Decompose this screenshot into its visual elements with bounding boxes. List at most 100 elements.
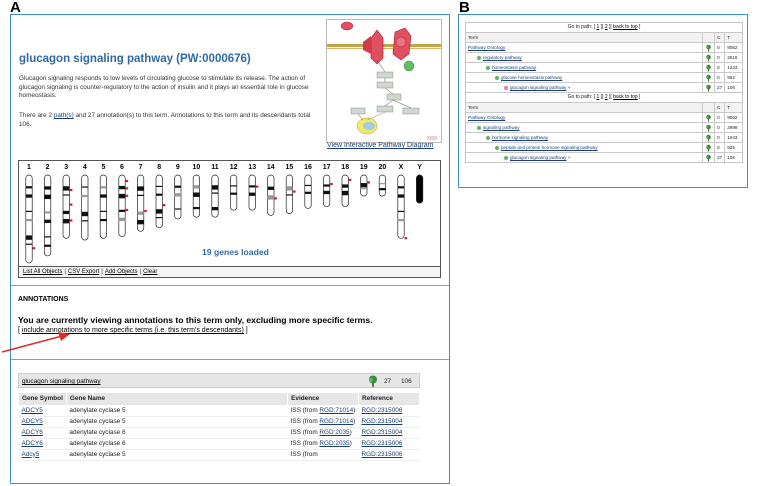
csv-export-link[interactable]: CSV Export: [68, 269, 99, 275]
tree-icon[interactable]: [705, 124, 712, 132]
reference-link[interactable]: RGD:2315004: [362, 418, 403, 425]
gene-marker[interactable]: [348, 178, 352, 182]
gene-symbol-link[interactable]: ADCY6: [22, 429, 43, 436]
evidence-rgd-link[interactable]: RGD:71014: [319, 407, 353, 414]
tree-icon[interactable]: [705, 154, 712, 162]
gene-symbol-link[interactable]: Adcy5: [22, 451, 40, 458]
chromosome-1[interactable]: 1: [25, 164, 36, 264]
gene-marker[interactable]: [69, 188, 73, 192]
chromosome-17[interactable]: 17: [323, 164, 333, 208]
tree-icon[interactable]: [705, 84, 712, 92]
gene-marker[interactable]: [69, 219, 73, 222]
chromosome-Y[interactable]: Y: [416, 164, 424, 204]
evidence-code: ISS (from: [290, 450, 318, 458]
clear-link[interactable]: Clear: [143, 269, 157, 275]
goto-path-2-link[interactable]: 2: [605, 94, 608, 100]
chromosome-20[interactable]: 20: [379, 164, 387, 197]
chromosome-12[interactable]: 12: [230, 164, 238, 211]
gene-symbol-link[interactable]: ADCY5: [22, 418, 43, 425]
evidence-rgd-link[interactable]: RGD:71014: [319, 418, 353, 425]
path-term-link[interactable]: signaling pathway: [483, 125, 520, 130]
path-term-link[interactable]: Pathway Ontology: [468, 115, 505, 120]
gene-marker[interactable]: [125, 194, 129, 197]
divider: [11, 359, 449, 360]
gene-marker[interactable]: [125, 187, 129, 190]
goto-path-2-link[interactable]: 2: [605, 24, 608, 30]
back-to-top-link[interactable]: back to top: [613, 24, 637, 30]
chromosome-2[interactable]: 2: [44, 164, 52, 257]
tree-icon[interactable]: [705, 44, 712, 52]
expand-plus[interactable]: +: [566, 155, 571, 160]
chromosome-label: Y: [417, 164, 422, 171]
tree-icon[interactable]: [705, 54, 712, 62]
expand-plus[interactable]: +: [566, 85, 571, 90]
count-text-pre: There are 2: [19, 112, 54, 119]
gene-marker[interactable]: [125, 179, 129, 183]
chromosome-11[interactable]: 11: [211, 164, 219, 218]
chromosome-X[interactable]: X: [397, 164, 408, 240]
chromosome-14[interactable]: 14: [267, 164, 277, 216]
chromosome-7[interactable]: 7: [137, 164, 147, 232]
add-objects-link[interactable]: Add Objects: [105, 269, 138, 275]
paths-link[interactable]: path(s): [54, 112, 74, 119]
tree-icon[interactable]: [705, 64, 712, 72]
chromosome-13[interactable]: 13: [248, 164, 259, 211]
gene-symbol-link[interactable]: ADCY6: [22, 440, 43, 447]
evidence-rgd-link[interactable]: RGD:2035: [319, 440, 349, 447]
list-all-objects-link[interactable]: List All Objects: [23, 269, 62, 275]
path-term-link[interactable]: glucagon signaling pathway: [510, 85, 566, 90]
reference-link[interactable]: RGD:2315004: [362, 429, 403, 436]
chromosome-6[interactable]: 6: [118, 164, 129, 237]
chromosome-9[interactable]: 9: [174, 164, 182, 220]
chromosome-4[interactable]: 4: [81, 164, 89, 241]
path-tree-cell: [702, 132, 716, 143]
col-t: T: [724, 32, 743, 43]
gene-marker[interactable]: [274, 197, 277, 200]
tree-icon[interactable]: [705, 74, 712, 82]
tree-icon[interactable]: [705, 114, 712, 122]
gene-marker[interactable]: [32, 247, 36, 250]
chromosome-15[interactable]: 15: [286, 164, 296, 215]
evidence-close: ): [353, 417, 356, 425]
chromosome-8[interactable]: 8: [155, 164, 166, 229]
interactive-diagram-link[interactable]: View Interactive Pathway Diagram: [327, 142, 433, 149]
path-term-link[interactable]: glucagon signaling pathway: [510, 155, 566, 160]
goto-path-1-link[interactable]: 1: [596, 94, 599, 100]
tree-icon[interactable]: [367, 375, 379, 387]
gene-marker[interactable]: [404, 237, 408, 240]
chromosome-5[interactable]: 5: [99, 164, 107, 239]
result-term-link[interactable]: glucagon signaling pathway: [22, 378, 101, 385]
tree-icon[interactable]: [705, 144, 712, 152]
pathway-diagram-thumbnail[interactable]: [326, 19, 442, 143]
gene-marker[interactable]: [293, 190, 296, 193]
back-to-top-link[interactable]: back to top: [613, 94, 637, 100]
gene-marker[interactable]: [255, 185, 259, 188]
chromosome-3[interactable]: 3: [62, 164, 73, 239]
gene-marker[interactable]: [69, 203, 73, 206]
path-term-link[interactable]: regulatory pathway: [483, 55, 522, 60]
chromosome-16[interactable]: 16: [304, 164, 312, 209]
gene-symbol-link[interactable]: ADCY5: [22, 407, 43, 414]
gene-marker[interactable]: [125, 208, 129, 212]
tree-icon[interactable]: [705, 134, 712, 142]
path-term-link[interactable]: peptide and protein hormone signaling pa…: [501, 145, 598, 150]
path-term-link[interactable]: Pathway Ontology: [468, 45, 505, 50]
chromosome-18[interactable]: 18: [341, 164, 352, 208]
chromosome-19[interactable]: 19: [360, 164, 370, 197]
chromosome-label: 11: [211, 164, 219, 171]
reference-link[interactable]: RGD:2315006: [362, 440, 403, 447]
chromosome-label: 7: [139, 164, 143, 171]
goto-path-1-link[interactable]: 1: [596, 24, 599, 30]
gene-marker[interactable]: [367, 181, 370, 184]
reference-link[interactable]: RGD:2315006: [362, 451, 403, 458]
path-term-link[interactable]: glucose homeostasis pathway: [501, 75, 562, 80]
path-term-link[interactable]: hormone signaling pathway: [492, 135, 548, 140]
gene-marker[interactable]: [330, 182, 333, 186]
reference-link[interactable]: RGD:2315006: [362, 407, 403, 414]
gene-marker[interactable]: [162, 204, 166, 207]
chromosome-10[interactable]: 10: [193, 164, 201, 218]
gene-marker[interactable]: [144, 209, 147, 213]
path-term-link[interactable]: homeostasis pathway: [492, 65, 536, 70]
chromosome-label: 13: [248, 164, 256, 171]
evidence-rgd-link[interactable]: RGD:2035: [319, 429, 349, 436]
